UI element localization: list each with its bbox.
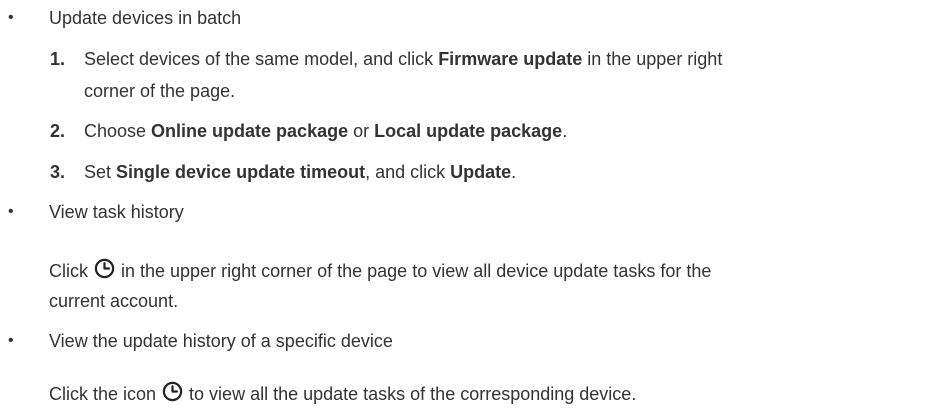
step-text-part: , and click bbox=[365, 162, 451, 182]
ui-term: Local update package bbox=[374, 121, 563, 141]
paragraph-line: Click in the upper right corner of the p… bbox=[49, 258, 711, 283]
step-text-part: Choose bbox=[84, 121, 152, 141]
ui-term: Update bbox=[450, 162, 512, 182]
step-text-part: . bbox=[562, 121, 568, 141]
document-body: • Update devices in batch 1. Select devi… bbox=[0, 0, 945, 415]
paragraph-line: current account. bbox=[49, 291, 179, 311]
step-text: Choose Online update package or Local up… bbox=[84, 119, 567, 143]
bullet: • bbox=[8, 9, 14, 26]
step-text-part: or bbox=[348, 121, 375, 141]
step-text: Select devices of the same model, and cl… bbox=[84, 47, 722, 71]
step-text-part: in the upper right bbox=[582, 49, 723, 69]
ui-term: Single device update timeout bbox=[116, 162, 366, 182]
paragraph-text: in the upper right corner of the page to… bbox=[116, 261, 712, 281]
step-text: Set Single device update timeout, and cl… bbox=[84, 160, 516, 184]
step-number: 3. bbox=[50, 162, 66, 182]
step-number: 2. bbox=[50, 121, 66, 141]
step-text-continued: corner of the page. bbox=[84, 81, 236, 101]
section-heading: View task history bbox=[49, 202, 184, 222]
step-text-part: Select devices of the same model, and cl… bbox=[84, 49, 439, 69]
step-number: 1. bbox=[50, 49, 66, 69]
ui-term: Firmware update bbox=[438, 49, 583, 69]
paragraph-text: to view all the update tasks of the corr… bbox=[184, 384, 637, 404]
ui-term: Online update package bbox=[151, 121, 349, 141]
paragraph-line: Click the icon to view all the update ta… bbox=[49, 381, 636, 406]
history-clock-icon bbox=[162, 381, 183, 402]
bullet: • bbox=[8, 203, 14, 220]
history-clock-icon bbox=[94, 258, 115, 279]
section-heading: Update devices in batch bbox=[49, 8, 242, 28]
step-text-part: Set bbox=[84, 162, 117, 182]
paragraph-text: Click the icon bbox=[49, 384, 162, 404]
bullet: • bbox=[8, 332, 14, 349]
step-text-part: . bbox=[511, 162, 517, 182]
paragraph-text: Click bbox=[49, 261, 93, 281]
section-heading: View the update history of a specific de… bbox=[49, 331, 393, 351]
